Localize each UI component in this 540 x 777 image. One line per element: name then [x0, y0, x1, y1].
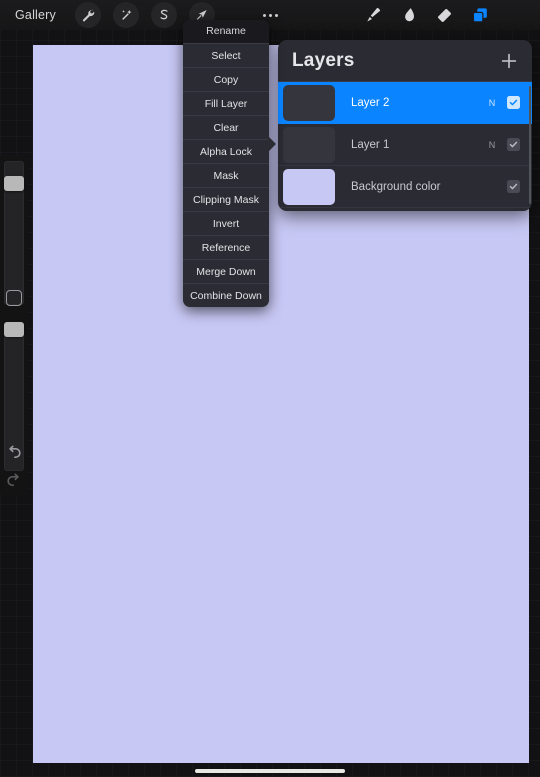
brush-size-slider[interactable]: [4, 161, 24, 305]
menu-item-clipping-mask[interactable]: Clipping Mask: [183, 187, 269, 211]
color-button[interactable]: [498, 0, 534, 30]
layer-thumbnail[interactable]: [283, 126, 335, 163]
layer-name-label: Layer 2: [351, 96, 390, 109]
menu-pointer-arrow: [268, 136, 276, 152]
layer-row-layer-1[interactable]: Layer 1 N: [278, 124, 532, 166]
layer-row-background-color[interactable]: Background color: [278, 166, 532, 208]
opacity-knob[interactable]: [4, 322, 24, 337]
layer-blend-mode[interactable]: N: [487, 140, 497, 150]
top-toolbar: Gallery: [0, 0, 540, 30]
menu-item-merge-down[interactable]: Merge Down: [183, 259, 269, 283]
menu-item-combine-down[interactable]: Combine Down: [183, 283, 269, 307]
menu-item-mask[interactable]: Mask: [183, 163, 269, 187]
brush-size-knob[interactable]: [4, 176, 24, 191]
selection-s-icon[interactable]: [151, 2, 177, 28]
layer-visibility-checkbox[interactable]: [507, 96, 520, 109]
procreate-app-window: Gallery Rename Select Copy Fill Layer Cl…: [0, 0, 540, 777]
layer-context-menu: Rename Select Copy Fill Layer Clear Alph…: [183, 20, 276, 307]
layer-name-label: Background color: [351, 180, 441, 193]
home-indicator: [195, 769, 345, 773]
right-tool-group: [354, 0, 534, 30]
undo-icon[interactable]: [4, 443, 24, 463]
actions-wrench-icon[interactable]: [75, 2, 101, 28]
menu-item-select[interactable]: Select: [183, 43, 269, 67]
layers-scrollbar[interactable]: [529, 86, 531, 204]
layer-blend-mode[interactable]: N: [487, 98, 497, 108]
layers-panel-title: Layers: [292, 49, 355, 71]
modify-square-button[interactable]: [6, 290, 22, 306]
layers-panel-header: Layers: [278, 40, 532, 82]
menu-item-reference[interactable]: Reference: [183, 235, 269, 259]
left-sidebar: [0, 155, 28, 495]
dot-2: [268, 13, 272, 17]
background-color-thumbnail[interactable]: [283, 168, 335, 205]
layer-visibility-checkbox[interactable]: [507, 138, 520, 151]
layers-panel: Layers Layer 2 N Layer 1 N Background co…: [278, 40, 532, 211]
dot-1: [262, 13, 266, 17]
paint-brush-icon[interactable]: [354, 0, 390, 30]
menu-item-invert[interactable]: Invert: [183, 211, 269, 235]
eraser-icon[interactable]: [426, 0, 462, 30]
layer-name-label: Layer 1: [351, 138, 390, 151]
layer-row-layer-2[interactable]: Layer 2 N: [278, 82, 532, 124]
adjustments-wand-icon[interactable]: [113, 2, 139, 28]
smudge-icon[interactable]: [390, 0, 426, 30]
add-layer-icon[interactable]: [498, 50, 520, 72]
redo-icon[interactable]: [4, 471, 24, 491]
color-swatch[interactable]: [507, 6, 526, 25]
dot-3: [274, 13, 278, 17]
menu-item-clear[interactable]: Clear: [183, 115, 269, 139]
menu-item-rename[interactable]: Rename: [183, 20, 269, 43]
menu-item-fill-layer[interactable]: Fill Layer: [183, 91, 269, 115]
layers-icon[interactable]: [462, 0, 498, 30]
menu-item-alpha-lock[interactable]: Alpha Lock: [183, 139, 269, 163]
layer-thumbnail[interactable]: [281, 82, 337, 123]
menu-item-copy[interactable]: Copy: [183, 67, 269, 91]
gallery-button[interactable]: Gallery: [10, 5, 61, 25]
layer-visibility-checkbox[interactable]: [507, 180, 520, 193]
